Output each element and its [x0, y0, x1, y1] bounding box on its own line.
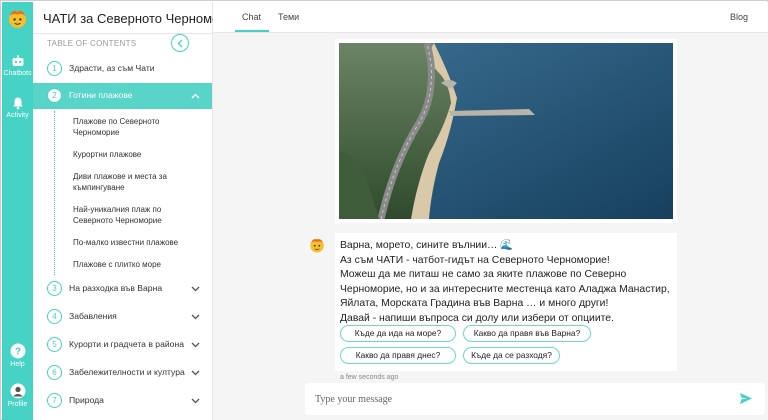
toc-section-1[interactable]: 1 Здрасти, аз съм Чати [33, 56, 212, 82]
message-line: Аз съм ЧАТИ - чатбот-гидът на Северното … [340, 254, 610, 266]
subitem-line: По-малко известни плажове [73, 238, 179, 247]
collapse-panel-button[interactable] [171, 34, 189, 52]
bot-avatar-icon [310, 239, 324, 253]
image-message [335, 39, 677, 223]
left-rail: Chatbots Activity ? Help Profile [2, 2, 33, 420]
chevron-down-icon [191, 398, 200, 404]
message-line: Черноморие, но и за интересните местенца… [340, 283, 670, 295]
blog-link[interactable]: Blog [730, 12, 748, 22]
toc-subitem-6[interactable]: Плажове с плитко море [73, 259, 203, 270]
profile-avatar-icon [10, 383, 25, 399]
chat-area: Варна, морето, сините вълнии… 🌊 Аз съм Ч… [213, 33, 768, 420]
section-number: 5 [47, 337, 62, 352]
quick-reply-chip[interactable]: Какво да правя във Варна? [463, 325, 591, 342]
rail-chatbots[interactable]: Chatbots [2, 54, 33, 77]
rail-activity[interactable]: Activity [2, 96, 33, 119]
quick-reply-chip[interactable]: Какво да правя днес? [340, 347, 456, 364]
message-input-bar [305, 383, 765, 415]
section-label: Здрасти, аз съм Чати [69, 63, 155, 73]
toc-section-6[interactable]: 6 Забележителности и култура [33, 360, 212, 386]
subitem-line: Плажове по Северното [73, 117, 160, 126]
coastline-photo[interactable] [339, 43, 673, 219]
chevron-down-icon [191, 370, 200, 376]
message-timestamp: a few seconds ago [340, 374, 399, 381]
message-line: Варна, морето, сините вълнии… 🌊 [340, 240, 514, 251]
toc-subitem-2[interactable]: Курортни плажове [73, 149, 203, 160]
subitem-line: Диви плажове и места за [73, 172, 167, 181]
chati-logo-icon[interactable] [6, 7, 29, 30]
message-input[interactable] [315, 389, 715, 409]
section-number: 1 [47, 61, 62, 76]
rail-profile[interactable]: Profile [2, 383, 33, 408]
tab-topics[interactable]: Теми [278, 12, 299, 22]
message-line: Давай - напиши въпроса си долу или избер… [340, 312, 614, 324]
app-window: Chatbots Activity ? Help Profile ЧАТИ за… [0, 0, 768, 420]
subitem-line: Курортни плажове [73, 150, 142, 159]
app-title: ЧАТИ за Северното Черноморие [43, 11, 242, 26]
toc-subitem-5[interactable]: По-малко известни плажове [73, 237, 203, 248]
toc-subitem-3[interactable]: Диви плажове и места за къмпингуване [73, 171, 203, 193]
subitem-line: Най-уникалния плаж по [73, 205, 162, 214]
section-number: 6 [47, 365, 62, 380]
subsection-connector [54, 111, 55, 275]
section-number: 2 [47, 88, 62, 103]
help-icon: ? [10, 343, 25, 359]
chevron-down-icon [191, 314, 200, 320]
subitem-line: Черноморие [73, 128, 120, 137]
toc-section-7[interactable]: 7 Природа [33, 388, 212, 414]
robot-icon [12, 55, 23, 66]
message-line: Яйлата, Морската Градина във Варна … и м… [340, 298, 609, 309]
chevron-up-icon [191, 93, 200, 99]
table-of-contents-panel: ЧАТИ за Северното Черноморие TABLE OF CO… [33, 2, 241, 420]
bell-icon [12, 97, 23, 110]
rail-help-label: Help [10, 361, 25, 368]
chevron-left-icon [177, 39, 183, 48]
active-tab-indicator [235, 30, 269, 32]
bot-message: Варна, морето, сините вълнии… 🌊 Аз съм Ч… [335, 233, 677, 371]
toc-section-3[interactable]: 3 На разходка във Варна [33, 276, 212, 302]
section-label: Забавления [69, 311, 117, 321]
quick-reply-chip[interactable]: Къде да се разходя? [463, 347, 560, 364]
subitem-line: Плажове с плитко море [73, 260, 161, 269]
section-label: Забележителности и култура [69, 367, 185, 377]
send-icon[interactable] [739, 392, 753, 405]
section-label: Природа [69, 395, 104, 405]
quick-reply-chip[interactable]: Къде да ида на море? [340, 325, 456, 342]
toc-section-2[interactable]: 2 Готини плажове [33, 83, 212, 109]
toc-section-4[interactable]: 4 Забавления [33, 304, 212, 330]
section-number: 7 [47, 393, 62, 408]
subitem-line: къмпингуване [73, 183, 125, 192]
section-number: 3 [47, 281, 62, 296]
toc-subitem-4[interactable]: Най-уникалния плаж по Северното Черномор… [73, 204, 203, 226]
toc-label: TABLE OF CONTENTS [47, 39, 137, 48]
tab-chat[interactable]: Chat [242, 12, 261, 22]
chevron-down-icon [191, 286, 200, 292]
rail-profile-label: Profile [7, 401, 28, 408]
section-label: На разходка във Варна [69, 283, 163, 293]
message-line: Можеш да ме питаш не само за яките плажо… [340, 269, 627, 280]
toc-divider [33, 33, 213, 34]
svg-text:?: ? [14, 347, 20, 358]
section-number: 4 [47, 309, 62, 324]
toc-section-5[interactable]: 5 Курорти и градчета в района [33, 332, 212, 358]
toc-subitem-1[interactable]: Плажове по Северното Черноморие [73, 116, 203, 138]
section-label: Готини плажове [69, 90, 133, 100]
section-label: Курорти и градчета в района [69, 339, 184, 349]
subitem-line: Северното Черноморие [73, 216, 162, 225]
rail-help[interactable]: ? Help [2, 343, 33, 368]
chevron-down-icon [191, 342, 200, 348]
rail-chatbots-label: Chatbots [3, 70, 32, 77]
rail-activity-label: Activity [6, 112, 29, 119]
top-bar: Chat Теми Blog [213, 2, 768, 33]
